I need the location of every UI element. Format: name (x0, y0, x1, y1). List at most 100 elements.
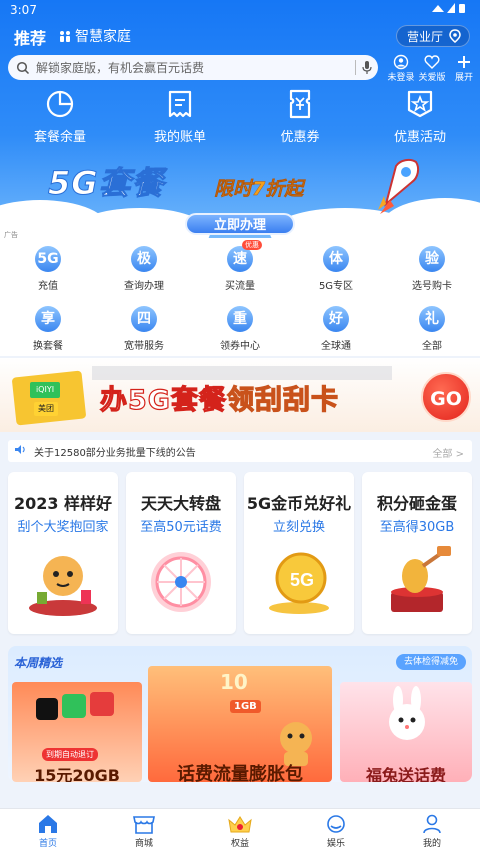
tab-mine[interactable]: 我的 (402, 814, 462, 849)
tab-smart-home[interactable]: 智慧家庭 (58, 26, 131, 46)
quick-my-bill-label: 我的账单 (153, 130, 206, 145)
go-button[interactable]: GO (421, 372, 471, 422)
promo-data-boost[interactable]: 10 1GB 话费流量膨胀包 (148, 666, 332, 782)
card-subtitle: 刮个大奖抱回家 (17, 520, 109, 535)
service-recharge-label: 充值 (38, 281, 58, 292)
tab-smart-home-label: 智慧家庭 (75, 29, 131, 45)
service-change-plan-icon: 享 (35, 306, 61, 332)
card-subtitle: 至高得30GB (379, 520, 455, 535)
promo-caption: 福兔送话费 (365, 766, 446, 782)
rabbit-mascot-icon (389, 686, 425, 740)
discount-badge: 优惠 (242, 240, 262, 250)
coupon-icon (289, 89, 311, 119)
search-divider (355, 60, 356, 75)
quick-coupon[interactable]: 优惠券 (254, 88, 346, 145)
speaker-icon (14, 444, 26, 458)
expand-label: 展开 (454, 73, 473, 83)
gift-box-decoration (11, 370, 87, 426)
rocket-icon (378, 158, 420, 214)
weekly-picks-title: 本周精选 (14, 656, 63, 670)
plus-icon (458, 56, 470, 68)
promo-caption: 话费流量膨胀包 (177, 764, 303, 782)
service-coupon-center[interactable]: 重领券中心 (205, 306, 275, 352)
star-badge-icon (407, 90, 433, 118)
tab-entertainment[interactable]: 娱乐 (306, 814, 366, 849)
banner-5g-package[interactable]: 5G套餐 限时7折起 立即办理 广告 (0, 150, 480, 240)
brand-iqiyi: iQIYI (30, 382, 60, 398)
promo-caption: 15元20GB (34, 766, 120, 782)
card-golden-egg[interactable]: 积分砸金蛋 至高得30GB (362, 472, 472, 634)
notice-bar[interactable]: 关于12580部分业务批量下线的公告 全部 > (8, 440, 472, 462)
scratch-card-title-a: 办5G套餐 (99, 384, 227, 416)
search-input[interactable]: 解锁家庭版，有机会赢百元话费 (8, 55, 378, 80)
notice-all-link[interactable]: 全部 > (432, 445, 464, 460)
expand-button[interactable]: 展开 (449, 54, 479, 83)
golden-egg-icon (391, 546, 451, 612)
shop-button-label: 营业厅 (406, 29, 443, 44)
card-title: 2023 样样好 (13, 494, 113, 513)
user-icon (423, 814, 441, 834)
banner-scratch-card[interactable]: iQIYI 美团 办5G套餐领刮刮卡 GO (0, 358, 480, 432)
service-select-number-icon: 验 (419, 246, 445, 272)
banner-5g-button[interactable]: 立即办理 (185, 213, 295, 235)
tab-home[interactable]: 首页 (18, 814, 78, 849)
quick-package-balance-label: 套餐余量 (33, 130, 86, 145)
status-time: 3:07 (10, 3, 37, 17)
service-all-icon: 礼 (419, 306, 445, 332)
service-global-icon: 好 (323, 306, 349, 332)
tab-entertainment-label: 娱乐 (326, 839, 345, 849)
service-select-number[interactable]: 验选号购卡 (397, 246, 467, 292)
service-query[interactable]: 极查询办理 (109, 246, 179, 292)
promo-amount: 10 (220, 670, 248, 694)
tab-benefits[interactable]: 权益 (210, 814, 270, 849)
heart-icon (424, 55, 440, 69)
service-broadband[interactable]: 四宽带服务 (109, 306, 179, 352)
card-scratch-prize[interactable]: 2023 样样好 刮个大奖抱回家 (8, 472, 118, 634)
card-title: 天天大转盘 (140, 494, 221, 513)
login-button[interactable]: 未登录 (386, 54, 416, 83)
card-5g-coins[interactable]: 5G金币兑好礼 立刻兑换 5G (244, 472, 354, 634)
app-icon-decoration (90, 692, 114, 716)
service-recharge[interactable]: 5G 充值 (13, 246, 83, 292)
promo-15-yuan[interactable]: 到期自动退订 15元20GB (12, 682, 142, 782)
notice-text: 关于12580部分业务批量下线的公告 (34, 447, 196, 459)
service-global-label: 全球通 (321, 341, 351, 352)
status-icons (430, 2, 470, 17)
tab-shop[interactable]: 商城 (114, 814, 174, 849)
location-pin-icon (449, 29, 461, 43)
service-buy-data[interactable]: 速优惠 买流量 (205, 240, 275, 292)
tab-recommend[interactable]: 推荐 (14, 25, 46, 49)
svg-text:5G: 5G (290, 570, 314, 590)
tab-shop-label: 商城 (134, 839, 153, 849)
service-all[interactable]: 礼全部 (397, 306, 467, 352)
promo-tag: 1GB (230, 700, 261, 713)
search-icon (16, 61, 30, 74)
promo-tag: 到期自动退订 (42, 748, 98, 761)
shop-button[interactable]: 营业厅 (395, 25, 470, 47)
quick-promotions[interactable]: 优惠活动 (374, 88, 466, 145)
card-subtitle: 至高50元话费 (140, 520, 222, 535)
microphone-icon[interactable] (362, 60, 372, 78)
promo-rabbit[interactable]: 福兔送话费 (340, 682, 472, 782)
service-query-label: 查询办理 (124, 281, 164, 292)
pie-chart-icon (46, 90, 74, 118)
family-icon (60, 31, 70, 42)
care-mode-label: 关爱版 (418, 73, 446, 83)
bottom-tab-bar: 首页 商城 权益 娱乐 我的 (0, 808, 480, 853)
service-global[interactable]: 好全球通 (301, 306, 371, 352)
tab-mine-label: 我的 (422, 839, 441, 849)
care-mode-button[interactable]: 关爱版 (417, 54, 447, 83)
search-placeholder: 解锁家庭版，有机会赢百元话费 (36, 61, 205, 75)
top-bar: 推荐 智慧家庭 营业厅 (0, 22, 480, 50)
weekly-picks-pill[interactable]: 去体检得减免 (395, 654, 466, 670)
service-all-label: 全部 (422, 341, 442, 352)
card-spin-wheel[interactable]: 天天大转盘 至高50元话费 (126, 472, 236, 634)
card-title: 5G金币兑好礼 (246, 494, 352, 513)
service-broadband-label: 宽带服务 (124, 341, 164, 352)
quick-my-bill[interactable]: 我的账单 (134, 88, 226, 145)
quick-package-balance[interactable]: 套餐余量 (14, 88, 106, 145)
prize-wheel-icon (151, 552, 211, 612)
service-change-plan[interactable]: 享换套餐 (13, 306, 83, 352)
tab-benefits-label: 权益 (230, 839, 249, 849)
service-5g-zone[interactable]: 体 5G专区 (301, 246, 371, 292)
